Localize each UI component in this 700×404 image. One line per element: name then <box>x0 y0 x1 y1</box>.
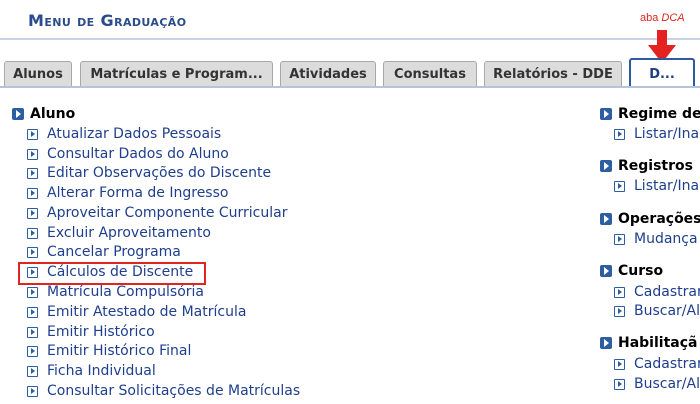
menu-item-label: Atualizar Dados Pessoais <box>47 126 222 142</box>
header-divider <box>0 38 700 40</box>
arrow-right-icon <box>27 187 38 199</box>
menu-item-consultar-solicitacoes[interactable]: Consultar Solicitações de Matrículas <box>27 383 300 399</box>
arrow-right-icon <box>27 385 38 397</box>
menu-item-alterar-forma-ingresso[interactable]: Alterar Forma de Ingresso <box>27 185 228 201</box>
annotation-label: aba DCA <box>640 12 685 24</box>
section-heading-registros: Registros <box>600 158 693 174</box>
menu-item-label: Mudança <box>634 231 698 247</box>
section-bullet-icon <box>600 265 612 277</box>
tab-matriculas[interactable]: Matrículas e Program... <box>80 61 273 86</box>
section-heading-habilitacao: Habilitaçã <box>600 335 697 351</box>
page-header: Menu de Graduação aba DCA <box>0 0 700 63</box>
menu-item-label: Emitir Atestado de Matrícula <box>47 304 247 320</box>
menu-item-curso-buscar[interactable]: Buscar/Al <box>614 303 700 319</box>
menu-item-regime-listar[interactable]: Listar/Ina <box>614 126 699 142</box>
menu-item-atualizar-dados-pessoais[interactable]: Atualizar Dados Pessoais <box>27 126 221 142</box>
highlight-box <box>18 262 206 285</box>
arrow-right-icon <box>27 207 38 219</box>
section-bullet-icon <box>600 108 612 120</box>
menu-item-matricula-compulsoria[interactable]: Matrícula Compulsória <box>27 284 204 300</box>
menu-item-excluir-aproveitamento[interactable]: Excluir Aproveitamento <box>27 225 211 241</box>
annotation-prefix: aba <box>640 12 662 24</box>
menu-item-label: Ficha Individual <box>47 363 156 379</box>
section-heading-text: Habilitaçã <box>618 335 698 351</box>
arrow-right-icon <box>27 306 38 318</box>
arrow-right-icon <box>27 167 38 179</box>
tab-label: Relatórios - DDE <box>493 66 613 82</box>
tab-relatorios-dde[interactable]: Relatórios - DDE <box>484 61 622 86</box>
menu-item-label: Excluir Aproveitamento <box>47 225 211 241</box>
menu-item-ficha-individual[interactable]: Ficha Individual <box>27 363 156 379</box>
menu-item-habilitacao-buscar[interactable]: Buscar/Al <box>614 376 700 392</box>
arrow-right-icon <box>614 358 625 370</box>
menu-item-consultar-dados-aluno[interactable]: Consultar Dados do Aluno <box>27 146 229 162</box>
tab-atividades[interactable]: Atividades <box>280 61 376 86</box>
page-title-text: Menu de Graduação <box>28 11 187 30</box>
arrow-right-icon <box>27 128 38 140</box>
section-heading-text: Operações <box>618 211 700 227</box>
menu-item-aproveitar-componente[interactable]: Aproveitar Componente Curricular <box>27 205 287 221</box>
arrow-right-icon <box>27 227 38 239</box>
tab-label: Consultas <box>394 66 466 82</box>
arrow-right-icon <box>614 128 625 140</box>
menu-item-operacoes-mudanca[interactable]: Mudança <box>614 231 698 247</box>
tab-label: Matrículas e Program... <box>90 66 263 82</box>
menu-item-label: Aproveitar Componente Curricular <box>47 205 288 221</box>
menu-item-emitir-historico-final[interactable]: Emitir Histórico Final <box>27 343 191 359</box>
menu-item-curso-cadastrar[interactable]: Cadastrar <box>614 284 700 300</box>
arrow-right-icon <box>27 286 38 298</box>
arrow-right-icon <box>614 286 625 298</box>
menu-item-label: Listar/Ina <box>634 178 700 194</box>
section-heading-text: Regime de <box>618 106 700 122</box>
menu-item-cancelar-programa[interactable]: Cancelar Programa <box>27 244 181 260</box>
section-heading-aluno: Aluno <box>12 106 75 122</box>
menu-item-label: Consultar Dados do Aluno <box>47 146 229 162</box>
menu-item-label: Alterar Forma de Ingresso <box>47 185 229 201</box>
menu-item-habilitacao-cadastrar[interactable]: Cadastrar <box>614 356 700 372</box>
annotation-emph: DCA <box>661 12 685 24</box>
section-bullet-icon <box>600 213 612 225</box>
section-heading-curso: Curso <box>600 263 663 279</box>
tab-label: Alunos <box>13 66 63 82</box>
menu-item-label: Emitir Histórico Final <box>47 343 192 359</box>
section-heading-text: Registros <box>618 158 693 174</box>
menu-item-label: Matrícula Compulsória <box>47 284 204 300</box>
section-bullet-icon <box>12 108 24 120</box>
tab-consultas[interactable]: Consultas <box>383 61 477 86</box>
arrow-right-icon <box>27 246 38 258</box>
section-bullet-icon <box>600 337 612 349</box>
tab-alunos[interactable]: Alunos <box>4 61 72 86</box>
section-heading-text: Aluno <box>30 106 76 122</box>
arrow-right-icon <box>614 180 625 192</box>
menu-item-label: Listar/Ina <box>634 126 700 142</box>
section-heading-operacoes: Operações <box>600 211 700 227</box>
menu-item-label: Editar Observações do Discente <box>47 165 272 181</box>
menu-item-label: Cancelar Programa <box>47 244 181 260</box>
section-bullet-icon <box>600 160 612 172</box>
tab-label: D... <box>649 66 675 82</box>
arrow-right-icon <box>27 326 38 338</box>
menu-item-label: Consultar Solicitações de Matrículas <box>47 383 301 399</box>
tab-label: Atividades <box>289 66 367 82</box>
menu-item-emitir-historico[interactable]: Emitir Histórico <box>27 324 155 340</box>
tab-dca[interactable]: D... <box>629 58 695 88</box>
section-heading-regime: Regime de <box>600 106 700 122</box>
arrow-right-icon <box>27 345 38 357</box>
arrow-right-icon <box>614 233 625 245</box>
menu-item-label: Cadastrar <box>634 356 700 372</box>
menu-item-label: Buscar/Al <box>634 303 700 319</box>
menu-item-label: Buscar/Al <box>634 376 700 392</box>
tab-strip-border <box>0 86 700 88</box>
menu-item-label: Emitir Histórico <box>47 324 155 340</box>
arrow-right-icon <box>27 365 38 377</box>
page-title: Menu de Graduação <box>28 11 186 30</box>
arrow-right-icon <box>614 305 625 317</box>
arrow-right-icon <box>27 148 38 160</box>
menu-item-editar-observacoes[interactable]: Editar Observações do Discente <box>27 165 271 181</box>
menu-item-registros-listar[interactable]: Listar/Ina <box>614 178 699 194</box>
arrow-right-icon <box>614 378 625 390</box>
menu-item-label: Cadastrar <box>634 284 700 300</box>
menu-item-emitir-atestado[interactable]: Emitir Atestado de Matrícula <box>27 304 246 320</box>
section-heading-text: Curso <box>618 263 664 279</box>
